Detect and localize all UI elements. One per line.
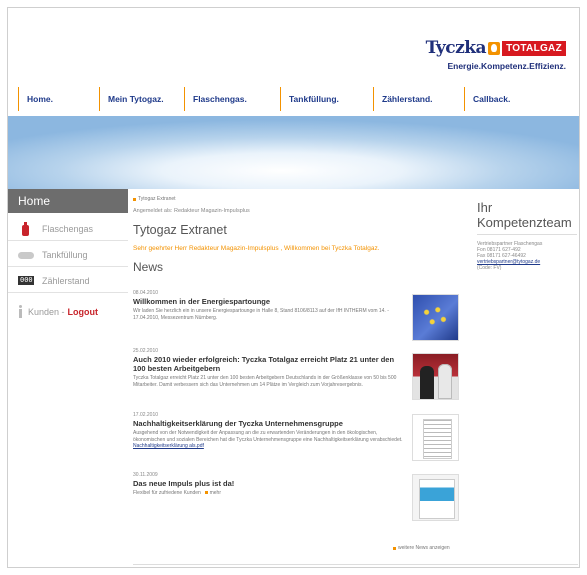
news-item: 17.02.2010 Nachhaltigkeitserklärung der … — [133, 412, 459, 461]
news-headline[interactable]: Auch 2010 wieder erfolgreich: Tyczka Tot… — [133, 355, 403, 373]
nav-flaschengas[interactable]: Flaschengas. — [184, 87, 280, 111]
person-icon — [18, 305, 24, 319]
sidebar-item-flaschengas[interactable]: Flaschengas — [8, 217, 128, 241]
page-title: Tytogaz Extranet — [133, 223, 227, 237]
contact-code: (Code: FV) — [477, 265, 502, 271]
news-thumbnail[interactable] — [412, 353, 459, 400]
logo-badge: TOTALGAZ — [502, 40, 566, 56]
news-date: 25.02.2010 — [133, 348, 159, 354]
sidebar-item-tankfuellung[interactable]: Tankfüllung — [8, 243, 128, 267]
news-body-text: Flexibel für zufriedene Kunden — [133, 490, 201, 496]
meter-icon — [18, 274, 34, 288]
main-nav: Home. Mein Tytogaz. Flaschengas. Tankfül… — [18, 87, 571, 111]
footer-divider — [133, 564, 578, 565]
header-banner — [8, 116, 579, 189]
news-thumbnail[interactable] — [412, 414, 459, 461]
slogan: Energie.Kompetenz.Effizienz. — [447, 61, 566, 71]
nav-tankfuellung[interactable]: Tankfüllung. — [280, 87, 373, 111]
main-content: Tytogaz Extranet Angemeldet als: Redakte… — [133, 196, 458, 274]
contact-details: Vertriebspartner Flaschengas Fon 08171 6… — [477, 241, 577, 271]
sidebar-item-zaehlerstand[interactable]: Zählerstand — [8, 269, 128, 293]
sidebar-home[interactable]: Home — [8, 189, 128, 213]
welcome-message: Sehr geehrter Herr Redakteur Magazin-Imp… — [133, 245, 380, 252]
pdf-link[interactable]: Nachhaltigkeitserklärung als.pdf — [133, 443, 204, 449]
news-date: 17.02.2010 — [133, 412, 159, 418]
news-item: 08.04.2010 Willkommen in der Energiespar… — [133, 290, 459, 341]
sidebar-item-label: Tankfüllung — [42, 249, 88, 260]
news-thumbnail[interactable] — [412, 474, 459, 521]
contact-box: Ihr Kompetenzteam Vertriebspartner Flasc… — [477, 200, 577, 271]
nav-mein-tytogaz[interactable]: Mein Tytogaz. — [99, 87, 184, 111]
sidebar-item-label: Zählerstand — [42, 275, 90, 286]
bullet-icon — [133, 197, 136, 201]
bullet-icon — [393, 546, 396, 550]
breadcrumb-item[interactable]: Tytogaz Extranet — [138, 196, 176, 202]
flame-icon — [488, 41, 501, 55]
brand-logo[interactable]: Tyczka TOTALGAZ Energie.Kompetenz.Effizi… — [426, 38, 566, 71]
news-date: 08.04.2010 — [133, 290, 159, 296]
gas-bottle-icon — [18, 221, 34, 236]
logged-in-status: Angemeldet als: Redakteur Magazin-Impuls… — [133, 208, 250, 214]
kunden-label: Kunden - — [28, 307, 65, 317]
news-date: 30.11.2009 — [133, 472, 158, 478]
news-body-text: Ausgehend von der Notwendigkeit der Anpa… — [133, 430, 403, 443]
tank-icon — [18, 248, 34, 262]
page-frame: Tyczka TOTALGAZ Energie.Kompetenz.Effizi… — [7, 7, 580, 568]
news-item: 30.11.2009 Das neue Impuls plus ist da! … — [133, 472, 459, 521]
news-headline[interactable]: Willkommen in der Energiespartounge — [133, 297, 403, 306]
nav-home[interactable]: Home. — [18, 87, 99, 111]
logo-brand-text: Tyczka — [425, 38, 487, 58]
more-news-link[interactable]: weitere News anzeigen — [393, 545, 450, 551]
news-body: Wir laden Sie herzlich ein in unsere Ene… — [133, 308, 389, 321]
contact-divider — [477, 234, 577, 235]
news-heading: News — [133, 260, 164, 274]
news-headline[interactable]: Das neue Impuls plus ist da! — [133, 479, 403, 488]
news-thumbnail[interactable] — [412, 294, 459, 341]
more-link[interactable]: mehr — [210, 490, 221, 496]
more-news-label: weitere News anzeigen — [398, 545, 450, 551]
logout-link[interactable]: Logout — [68, 307, 99, 317]
news-item: 25.02.2010 Auch 2010 wieder erfolgreich:… — [133, 348, 459, 400]
nav-zaehlerstand[interactable]: Zählerstand. — [373, 87, 464, 111]
news-body: Flexibel für zufriedene Kunden mehr — [133, 490, 403, 497]
bullet-icon — [205, 491, 209, 494]
sidebar-item-kunden: Kunden - Logout — [8, 300, 128, 324]
breadcrumb: Tytogaz Extranet — [133, 196, 458, 202]
sidebar-item-label: Flaschengas — [42, 223, 94, 234]
news-body: Tyczka Totalgaz erreicht Platz 21 unter … — [133, 375, 397, 388]
nav-callback[interactable]: Callback. — [464, 87, 571, 111]
news-body: Ausgehend von der Notwendigkeit der Anpa… — [133, 430, 403, 450]
contact-title: Ihr Kompetenzteam — [477, 200, 572, 230]
news-headline[interactable]: Nachhaltigkeitserklärung der Tyczka Unte… — [133, 419, 403, 428]
